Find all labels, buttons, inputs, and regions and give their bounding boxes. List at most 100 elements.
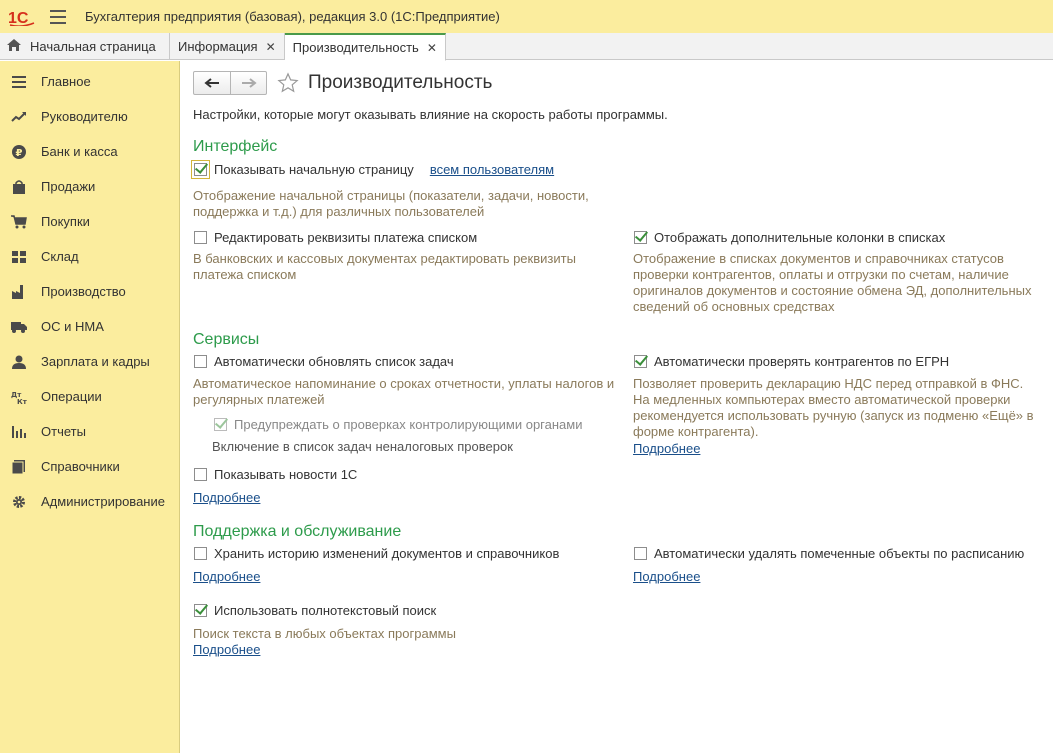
desc-line: Автоматическое напоминание о сроках отче… [193, 376, 615, 391]
sidebar-item-label: Продажи [41, 179, 96, 194]
show-home-page-option[interactable]: Показывать начальную страницу всем польз… [191, 160, 554, 179]
news-more-link[interactable]: Подробнее [193, 490, 260, 505]
desc-line: Отображение в списках документов и справ… [633, 251, 1004, 266]
sidebar-item-purchases[interactable]: Покупки [0, 204, 179, 239]
tab-performance-label: Производительность [292, 40, 419, 55]
egrn-check-checkbox[interactable] [634, 355, 647, 368]
cart-icon [11, 214, 27, 230]
desc-line: поддержка и т.д.) для различных пользова… [193, 204, 485, 219]
sidebar-item-warehouse[interactable]: Склад [0, 239, 179, 274]
history-label: Хранить историю изменений документов и с… [214, 546, 560, 561]
auto-delete-checkbox[interactable] [634, 547, 647, 560]
egrn-more-link[interactable]: Подробнее [633, 441, 700, 456]
egrn-check-description: Позволяет проверить декларацию НДС перед… [633, 376, 1034, 440]
section-support-title: Поддержка и обслуживание [193, 523, 402, 540]
list-icon [11, 74, 27, 90]
history-nav [193, 71, 267, 95]
sidebar-item-label: Главное [41, 74, 91, 89]
sidebar-item-label: Банк и касса [41, 144, 118, 159]
desc-line: Отображение начальной страницы (показате… [193, 188, 589, 203]
tab-info[interactable]: Информация ✕ [170, 33, 285, 60]
warn-checks-description: Включение в список задач неналоговых про… [212, 439, 513, 454]
desc-line: оригиналов документов и состояние обмена… [633, 283, 1032, 298]
sidebar-item-admin[interactable]: Администрирование [0, 484, 179, 519]
dt-kt-icon: Дт Кт [11, 389, 27, 405]
edit-payment-description: В банковских и кассовых документах редак… [193, 251, 576, 283]
tab-home[interactable]: Начальная страница [0, 33, 170, 60]
auto-delete-option[interactable]: Автоматически удалять помеченные объекты… [634, 546, 1024, 561]
tab-performance[interactable]: Производительность ✕ [284, 33, 446, 61]
sidebar-item-references[interactable]: Справочники [0, 449, 179, 484]
forward-button[interactable] [230, 72, 266, 94]
fulltext-checkbox[interactable] [194, 604, 207, 617]
warn-checks-checkbox[interactable] [214, 418, 227, 431]
fulltext-label: Использовать полнотекстовый поиск [214, 603, 437, 618]
auto-delete-label: Автоматически удалять помеченные объекты… [654, 546, 1025, 561]
svg-text:1С: 1С [8, 10, 29, 26]
edit-payment-checkbox[interactable] [194, 231, 207, 244]
sidebar-item-reports[interactable]: Отчеты [0, 414, 179, 449]
favorite-star-icon[interactable] [277, 72, 299, 94]
auto-tasks-checkbox[interactable] [194, 355, 207, 368]
history-more-link[interactable]: Подробнее [193, 569, 260, 584]
main-menu-icon[interactable] [50, 9, 66, 24]
app-title: Бухгалтерия предприятия (базовая), редак… [85, 9, 500, 24]
show-home-page-checkbox[interactable] [191, 160, 210, 179]
desc-line: сведений об основных средствах [633, 299, 835, 314]
history-checkbox[interactable] [194, 547, 207, 560]
history-option[interactable]: Хранить историю изменений документов и с… [194, 546, 559, 561]
extra-columns-label: Отображать дополнительные колонки в спис… [654, 230, 946, 245]
sidebar-item-main[interactable]: Главное [0, 64, 179, 99]
sidebar-item-label: Операции [41, 389, 102, 404]
bar-chart-icon [11, 424, 27, 440]
back-button[interactable] [194, 72, 230, 94]
factory-icon [11, 284, 27, 300]
sidebar-item-label: Покупки [41, 214, 90, 229]
egrn-check-option[interactable]: Автоматически проверять контрагентов по … [634, 354, 949, 369]
section-services-title: Сервисы [193, 331, 260, 348]
grid-icon [11, 249, 27, 265]
trend-icon [11, 109, 27, 125]
sidebar-item-label: Администрирование [41, 494, 165, 509]
sidebar-item-operations[interactable]: Дт Кт Операции [0, 379, 179, 414]
desc-line: В банковских и кассовых документах редак… [193, 251, 576, 266]
edit-payment-label: Редактировать реквизиты платежа списком [214, 230, 478, 245]
auto-delete-more-link[interactable]: Подробнее [633, 569, 700, 584]
desc-line: Позволяет проверить декларацию НДС перед… [633, 376, 1024, 391]
sidebar-item-sales[interactable]: Продажи [0, 169, 179, 204]
sidebar-item-production[interactable]: Производство [0, 274, 179, 309]
tab-home-label: Начальная страница [30, 39, 156, 54]
section-interface-title: Интерфейс [193, 138, 278, 155]
gear-icon [11, 494, 27, 510]
fulltext-option[interactable]: Использовать полнотекстовый поиск [194, 603, 436, 618]
close-icon[interactable]: ✕ [266, 40, 276, 54]
sidebar-item-bank[interactable]: ₽ Банк и касса [0, 134, 179, 169]
extra-columns-checkbox[interactable] [634, 231, 647, 244]
fulltext-more-link[interactable]: Подробнее [193, 642, 260, 657]
desc-line: платежа списком [193, 267, 297, 282]
main-content: Производительность Настройки, которые мо… [180, 61, 1053, 753]
sidebar-item-label: Зарплата и кадры [41, 354, 150, 369]
show-news-label: Показывать новости 1С [214, 467, 358, 482]
auto-tasks-label: Автоматически обновлять список задач [214, 354, 454, 369]
sidebar-item-salary[interactable]: Зарплата и кадры [0, 344, 179, 379]
sidebar-item-fixed-assets[interactable]: ОС и НМА [0, 309, 179, 344]
svg-text:₽: ₽ [16, 148, 23, 159]
sidebar-item-label: Склад [41, 249, 79, 264]
arrow-right-icon [241, 78, 257, 88]
page-title: Производительность [308, 72, 493, 93]
extra-columns-option[interactable]: Отображать дополнительные колонки в спис… [634, 230, 945, 245]
show-news-option[interactable]: Показывать новости 1С [194, 467, 357, 482]
show-news-checkbox[interactable] [194, 468, 207, 481]
desc-line: проверки контрагентов, оплаты и отгрузки… [633, 267, 1009, 282]
warn-checks-option[interactable]: Предупреждать о проверках контролирующим… [214, 417, 582, 432]
close-icon[interactable]: ✕ [427, 41, 437, 55]
tab-bar: Начальная страница Информация ✕ Производ… [0, 33, 1053, 61]
sidebar-item-manager[interactable]: Руководителю [0, 99, 179, 134]
all-users-link[interactable]: всем пользователям [430, 162, 554, 177]
auto-tasks-option[interactable]: Автоматически обновлять список задач [194, 354, 454, 369]
desc-line: форме контрагента). [633, 424, 759, 439]
home-icon [6, 38, 22, 55]
show-home-page-label: Показывать начальную страницу [214, 162, 414, 177]
edit-payment-option[interactable]: Редактировать реквизиты платежа списком [194, 230, 477, 245]
